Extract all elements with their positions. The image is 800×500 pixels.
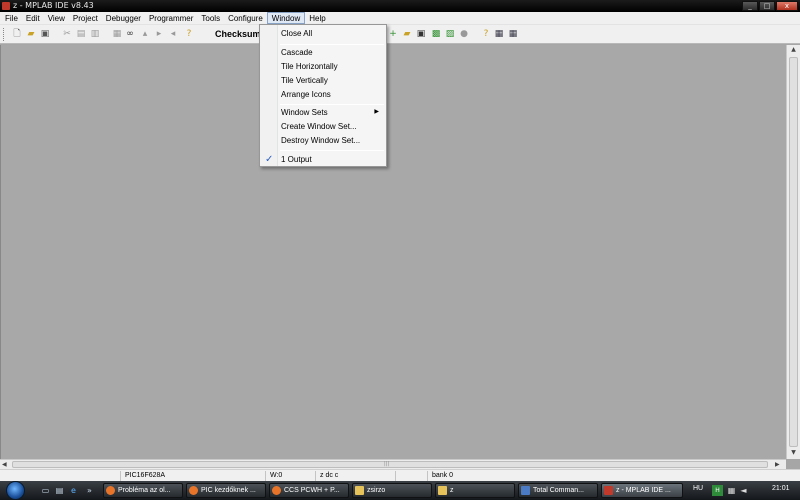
menu-window[interactable]: Window [266,12,306,24]
toolbar-grip[interactable] [3,28,6,41]
folder-icon [438,486,447,495]
new-file-icon[interactable]: 🗋 [12,29,22,39]
help2-icon[interactable]: ? [481,29,491,39]
horizontal-scroll-thumb[interactable] [12,461,768,468]
checksum-label: Checksum: [215,29,264,39]
window-list-icon[interactable]: ▦ [508,29,518,39]
taskbar: ▭ ▤ e » Probléma az ol... PIC kezdőknek … [0,481,800,500]
menu-help[interactable]: Help [305,12,329,24]
toolbar: 🗋 ▰ ▣ ✂ ▤ ▥ ▦ ∞ ▴ ▸ ◂ ? Checksum: + ▰ ▣ … [0,25,800,44]
total-commander-icon [521,486,530,495]
menu-view[interactable]: View [44,12,69,24]
checkmark-icon: ✓ [265,154,274,165]
minimize-button[interactable]: _ [742,1,758,11]
close-button[interactable]: x [776,1,798,11]
workspace-area[interactable] [0,45,786,459]
start-button[interactable] [6,481,25,500]
menu-tile-vertically[interactable]: Tile Vertically [262,74,384,87]
copy-icon[interactable]: ▤ [76,29,86,39]
status-spacer [395,471,427,481]
volume-icon[interactable]: ◄ [738,485,749,496]
menu-configure[interactable]: Configure [224,12,267,24]
task-folder-zsirzo[interactable]: zsirzo [352,483,432,498]
menu-close-all[interactable]: Close All [262,27,384,40]
menu-tools[interactable]: Tools [197,12,224,24]
task-folder-z[interactable]: z [435,483,515,498]
menu-output-window[interactable]: ✓ 1 Output [262,153,384,166]
project-save-icon[interactable]: ▣ [416,29,426,39]
window-switch-icon[interactable]: ▤ [54,485,65,496]
quicklaunch-more-icon[interactable]: » [84,485,95,496]
open-folder-icon[interactable]: ▰ [26,29,36,39]
task-firefox-2[interactable]: PIC kezdőknek ... [186,483,266,498]
mplab-icon [604,486,613,495]
scroll-down-icon[interactable]: ▼ [789,449,798,458]
task-firefox-1[interactable]: Probléma az ol... [103,483,183,498]
firefox-icon [272,486,281,495]
info-icon[interactable]: ● [459,29,469,39]
menu-bar: File Edit View Project Debugger Programm… [0,12,800,25]
status-bank: bank 0 [427,471,547,481]
show-desktop-icon[interactable]: ▭ [40,485,51,496]
submenu-arrow-icon: ▶ [374,109,379,115]
vertical-scroll-thumb[interactable] [789,57,798,447]
window-grid-icon[interactable]: ▦ [494,29,504,39]
menu-separator [280,150,384,151]
menu-cascade[interactable]: Cascade [262,46,384,59]
status-empty [0,471,120,481]
print-icon[interactable]: ▦ [112,29,122,39]
window-title: z - MPLAB IDE v8.43 [13,1,94,10]
cut-icon[interactable]: ✂ [62,29,72,39]
clock[interactable]: 21:01 [772,485,790,492]
menu-project[interactable]: Project [69,12,102,24]
task-total-commander[interactable]: Total Comman... [518,483,598,498]
menu-edit[interactable]: Edit [22,12,44,24]
scroll-left-icon[interactable]: ◀ [2,461,7,468]
make-icon[interactable]: ▨ [445,29,455,39]
save-icon[interactable]: ▣ [40,29,50,39]
menu-tile-horizontally[interactable]: Tile Horizontally [262,60,384,73]
status-bar: PIC16F628A W:0 z dc c bank 0 [0,469,800,481]
system-tray: HU H ▦ ◄ 21:01 [690,481,800,500]
status-device: PIC16F628A [120,471,265,481]
maximize-button[interactable]: □ [759,1,775,11]
help-icon[interactable]: ? [184,29,194,39]
menu-file[interactable]: File [1,12,22,24]
bookmark-icon[interactable]: ▴ [140,29,150,39]
menu-programmer[interactable]: Programmer [145,12,197,24]
scroll-right-icon[interactable]: ▶ [775,461,780,468]
internet-explorer-icon[interactable]: e [68,485,79,496]
task-firefox-3[interactable]: CCS PCWH + P... [269,483,349,498]
prev-bookmark-icon[interactable]: ◂ [168,29,178,39]
menu-window-sets[interactable]: Window Sets ▶ [262,106,384,119]
horizontal-scrollbar[interactable]: ◀ ||| ▶ [0,459,786,469]
paste-icon[interactable]: ▥ [90,29,100,39]
language-indicator[interactable]: HU [693,485,703,492]
menu-create-window-set[interactable]: Create Window Set... [262,120,384,133]
next-bookmark-icon[interactable]: ▸ [154,29,164,39]
find-icon[interactable]: ∞ [125,29,135,39]
project-open-icon[interactable]: ▰ [402,29,412,39]
build-icon[interactable]: ▩ [431,29,441,39]
scroll-grip-icon: ||| [384,461,390,467]
tray-network-icon[interactable]: ▦ [726,485,737,496]
folder-icon [355,486,364,495]
vertical-scrollbar[interactable]: ▲ ▼ [786,45,800,459]
firefox-icon [189,486,198,495]
menu-debugger[interactable]: Debugger [102,12,145,24]
scroll-up-icon[interactable]: ▲ [789,46,798,55]
firefox-icon [106,486,115,495]
status-w-register: W:0 [265,471,315,481]
task-mplab[interactable]: z - MPLAB IDE ... [601,483,683,498]
window-menu-dropdown: Close All Cascade Tile Horizontally Tile… [259,24,387,167]
menu-arrange-icons[interactable]: Arrange Icons [262,88,384,101]
mplab-app-icon [2,2,10,10]
tray-app-icon[interactable]: H [712,485,723,496]
project-add-icon[interactable]: + [388,29,398,39]
menu-separator [280,104,384,105]
status-flags: z dc c [315,471,395,481]
menu-separator [280,44,384,45]
title-bar[interactable]: z - MPLAB IDE v8.43 _ □ x [0,0,800,12]
menu-destroy-window-set[interactable]: Destroy Window Set... [262,134,384,147]
